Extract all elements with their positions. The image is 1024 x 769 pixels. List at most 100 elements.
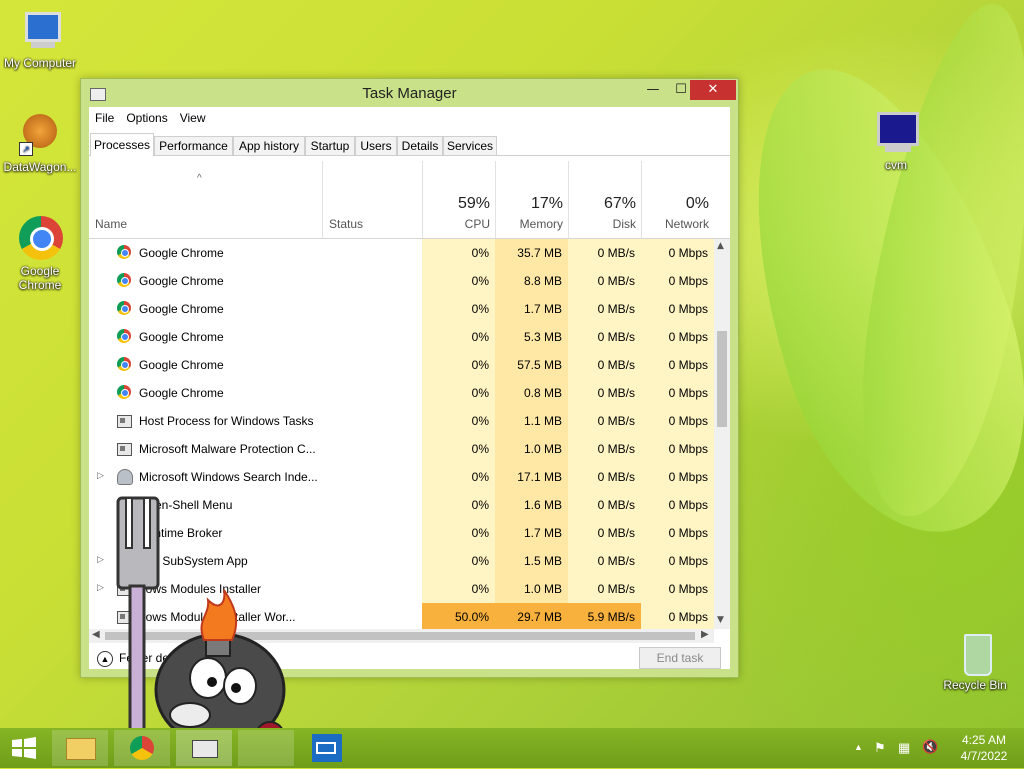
chrome-icon [117, 329, 131, 343]
process-disk: 0 MB/s [568, 575, 641, 603]
network-icon[interactable]: ▦ [898, 740, 910, 756]
tab-performance[interactable]: Performance [154, 136, 233, 155]
menu-bar: File Options View [89, 109, 212, 129]
desktop-icon-my-computer[interactable]: My Computer [0, 8, 80, 70]
process-row[interactable]: Google Chrome 0% 0.8 MB 0 MB/s 0 Mbps [89, 379, 714, 407]
taskbar-file-explorer[interactable] [52, 730, 108, 766]
column-memory[interactable]: 17% Memory [495, 161, 569, 238]
scroll-up-icon[interactable]: ▲ [717, 241, 724, 251]
process-memory: 5.3 MB [495, 323, 568, 351]
process-row[interactable]: Google Chrome 0% 57.5 MB 0 MB/s 0 Mbps [89, 351, 714, 379]
process-name: Google Chrome [139, 246, 224, 260]
process-disk: 0 MB/s [568, 407, 641, 435]
start-icon [12, 737, 36, 759]
scroll-down-icon[interactable]: ▼ [717, 615, 724, 625]
process-row[interactable]: Google Chrome 0% 35.7 MB 0 MB/s 0 Mbps [89, 239, 714, 267]
column-name[interactable]: ^ Name [89, 161, 322, 238]
process-network: 0 Mbps [641, 239, 714, 267]
process-cpu: 0% [422, 547, 495, 575]
tab-details[interactable]: Details [397, 136, 443, 155]
title-bar[interactable]: Task Manager — ☐ ✕ [81, 79, 738, 107]
taskbar-mail[interactable] [302, 730, 354, 766]
column-network[interactable]: 0% Network [641, 161, 715, 238]
end-task-button[interactable]: End task [639, 647, 721, 669]
taskbar-task-manager[interactable] [176, 730, 232, 766]
column-disk[interactable]: 67% Disk [568, 161, 642, 238]
clock-date: 4/7/2022 [960, 749, 1008, 763]
memory-label: Memory [519, 217, 563, 231]
cpu-label: CPU [464, 217, 490, 231]
process-disk: 5.9 MB/s [568, 603, 641, 629]
process-row[interactable]: Google Chrome 0% 5.3 MB 0 MB/s 0 Mbps [89, 323, 714, 351]
vertical-scrollbar[interactable]: ▲ ▼ [714, 239, 730, 629]
scroll-left-icon[interactable]: ◀ [92, 629, 100, 640]
taskbar: ▲ ⚑ ▦ 🔇 4:25 AM 4/7/2022 [0, 728, 1024, 768]
recycle-bin-icon [952, 630, 998, 676]
process-network: 0 Mbps [641, 379, 714, 407]
tab-services[interactable]: Services [443, 136, 497, 155]
process-disk: 0 MB/s [568, 435, 641, 463]
process-network: 0 Mbps [641, 351, 714, 379]
vertical-scroll-thumb[interactable] [717, 331, 727, 427]
taskbar-ring-app[interactable] [238, 730, 294, 766]
process-memory: 0.8 MB [495, 379, 568, 407]
chrome-icon [117, 273, 131, 287]
tab-startup[interactable]: Startup [305, 136, 355, 155]
process-cpu: 0% [422, 379, 495, 407]
process-row[interactable]: Microsoft Malware Protection C... 0% 1.0 M… [89, 435, 714, 463]
start-button[interactable] [0, 730, 48, 766]
action-center-flag-icon[interactable]: ⚑ [874, 740, 886, 756]
process-network: 0 Mbps [641, 519, 714, 547]
expand-arrow-icon[interactable]: ▷ [97, 470, 104, 481]
process-name: Google Chrome [139, 302, 224, 316]
process-disk: 0 MB/s [568, 519, 641, 547]
column-header: ^ Name Status 59% CPU 17% Memory 67% Dis… [89, 161, 730, 239]
process-network: 0 Mbps [641, 267, 714, 295]
close-button[interactable]: ✕ [690, 80, 736, 100]
column-cpu[interactable]: 59% CPU [422, 161, 496, 238]
process-cpu: 0% [422, 239, 495, 267]
tab-strip: Processes Performance App history Startu… [89, 133, 730, 156]
volume-muted-icon[interactable]: 🔇 [922, 739, 938, 755]
menu-view[interactable]: View [174, 109, 212, 127]
process-network: 0 Mbps [641, 323, 714, 351]
process-cpu: 0% [422, 575, 495, 603]
menu-file[interactable]: File [89, 109, 120, 127]
clock[interactable]: 4:25 AM 4/7/2022 [952, 732, 1016, 764]
tab-users[interactable]: Users [355, 136, 397, 155]
process-cpu: 0% [422, 435, 495, 463]
process-memory: 1.0 MB [495, 575, 568, 603]
process-cpu: 0% [422, 295, 495, 323]
process-row[interactable]: Google Chrome 0% 1.7 MB 0 MB/s 0 Mbps [89, 295, 714, 323]
process-disk: 0 MB/s [568, 463, 641, 491]
taskbar-chrome[interactable] [114, 730, 170, 766]
process-name: Google Chrome [139, 358, 224, 372]
show-hidden-icons-icon[interactable]: ▲ [854, 742, 863, 752]
process-disk: 0 MB/s [568, 379, 641, 407]
chrome-icon [117, 357, 131, 371]
column-status[interactable]: Status [322, 161, 423, 238]
desktop-icon-google-chrome[interactable]: Google Chrome [0, 216, 80, 292]
chrome-icon [130, 736, 154, 760]
tab-processes[interactable]: Processes [90, 133, 154, 156]
minimize-button[interactable]: — [639, 80, 667, 100]
process-row[interactable]: Google Chrome 0% 8.8 MB 0 MB/s 0 Mbps [89, 267, 714, 295]
desktop-icon-datawagon[interactable]: ↗ DataWagon... [0, 112, 80, 174]
desktop-icon-recycle-bin[interactable]: Recycle Bin [935, 630, 1015, 692]
process-name: Host Process for Windows Tasks [139, 414, 314, 428]
process-cpu: 0% [422, 491, 495, 519]
scroll-right-icon[interactable]: ▶ [701, 629, 709, 640]
desktop-icon-cvm[interactable]: cvm [856, 110, 936, 172]
column-name-label: Name [95, 217, 128, 231]
process-disk: 0 MB/s [568, 267, 641, 295]
file-explorer-icon [66, 738, 96, 760]
process-row[interactable]: ▷ Microsoft Windows Search Inde... 0% 17.1 … [89, 463, 714, 491]
process-network: 0 Mbps [641, 547, 714, 575]
task-manager-icon [192, 740, 218, 758]
process-cpu: 0% [422, 267, 495, 295]
menu-options[interactable]: Options [120, 109, 173, 127]
process-row[interactable]: Host Process for Windows Tasks 0% 1.1 MB 0 … [89, 407, 714, 435]
process-cpu: 0% [422, 407, 495, 435]
network-total: 0% [685, 195, 709, 212]
tab-app-history[interactable]: App history [233, 136, 305, 155]
